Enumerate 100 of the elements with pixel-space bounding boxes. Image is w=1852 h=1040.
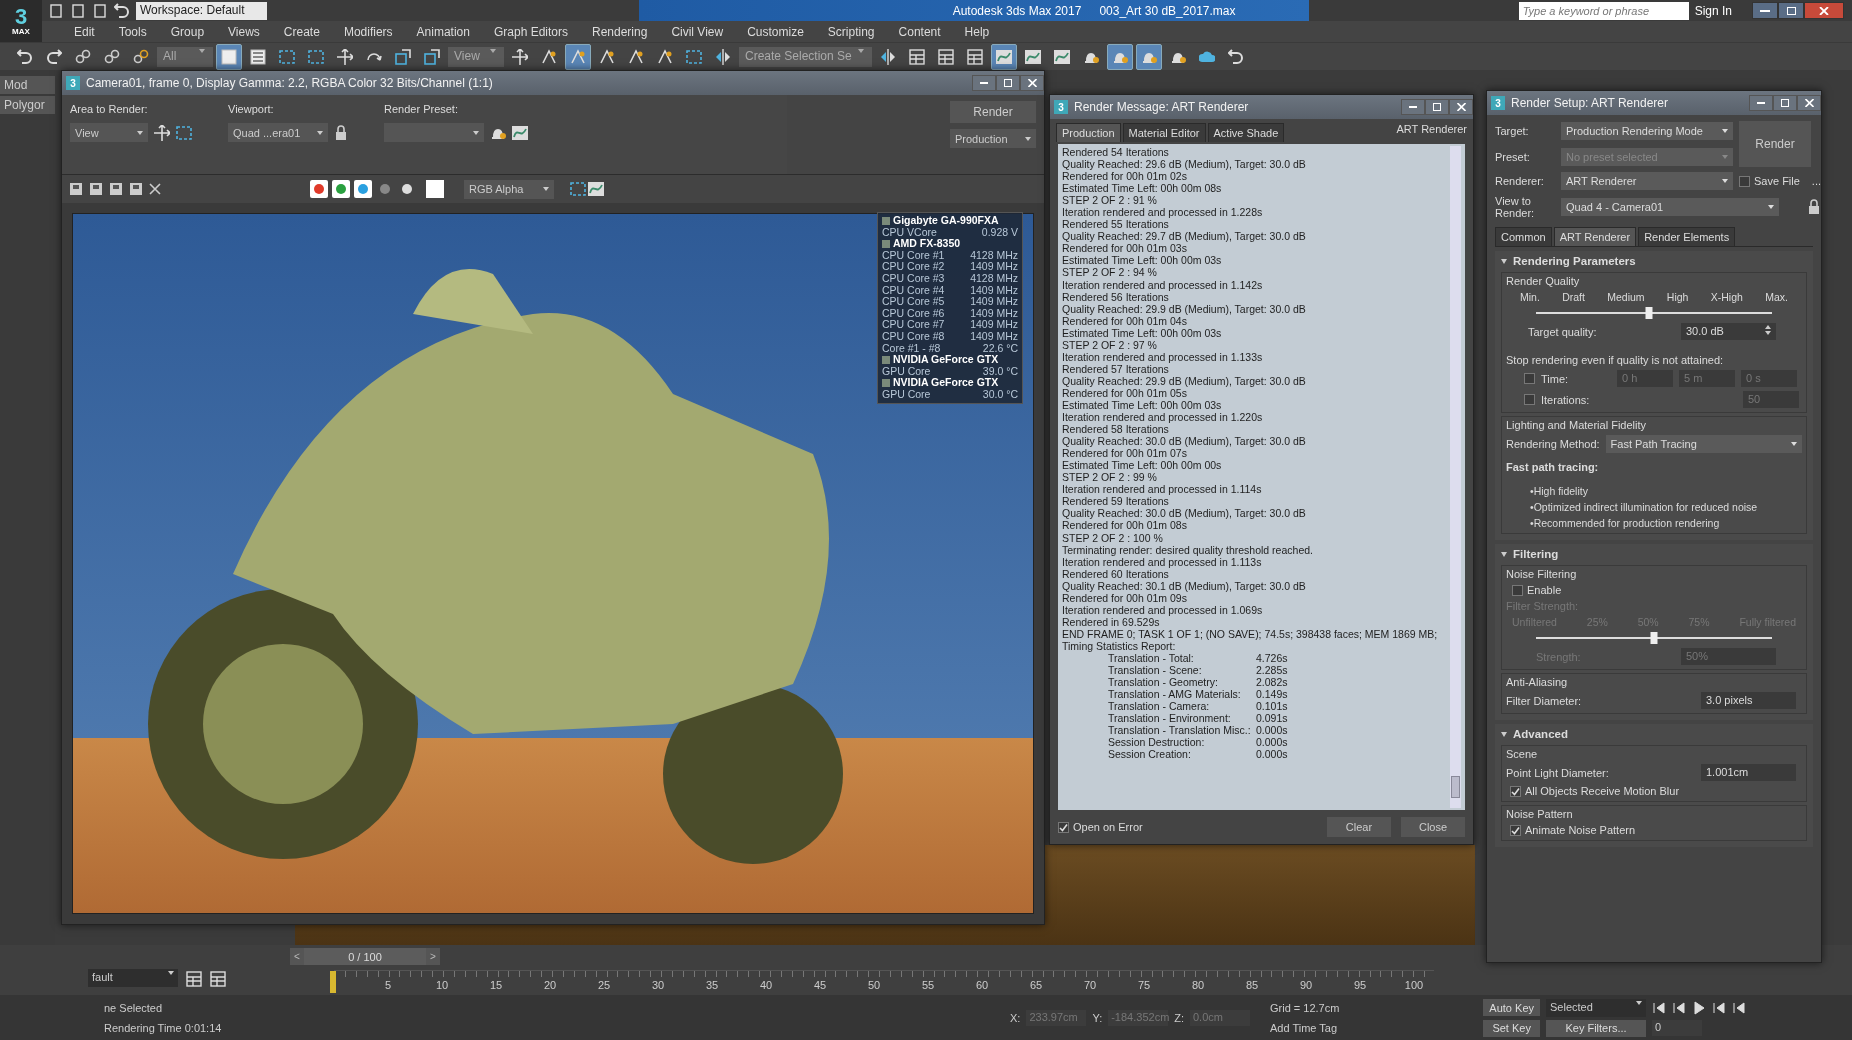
- spinner-arrows-icon[interactable]: [1765, 325, 1771, 335]
- command-panel-tab[interactable]: Polygor: [0, 96, 55, 114]
- menu-item[interactable]: Group: [158, 24, 217, 39]
- menu-item[interactable]: Create: [271, 24, 332, 39]
- collapse-triangle-icon[interactable]: [1501, 258, 1507, 264]
- scrollbar[interactable]: [1450, 146, 1461, 808]
- dropdown[interactable]: Production Rendering Mode: [1561, 122, 1733, 141]
- rollout-title[interactable]: Advanced: [1513, 728, 1568, 740]
- dialog-button[interactable]: Clear: [1327, 817, 1391, 837]
- lock-icon[interactable]: [334, 124, 348, 141]
- rollout-title[interactable]: Rendering Parameters: [1513, 255, 1636, 267]
- rollout-title[interactable]: Filtering: [1513, 548, 1559, 560]
- render-button[interactable]: [1135, 43, 1162, 70]
- menu-item[interactable]: Animation: [404, 24, 482, 39]
- menu-item[interactable]: Graph Editors: [481, 24, 580, 39]
- next-icon[interactable]: [1712, 1000, 1726, 1015]
- minimize-button[interactable]: [972, 75, 996, 91]
- color-swatch[interactable]: [426, 180, 444, 198]
- close-button[interactable]: [1020, 75, 1044, 91]
- checkbox[interactable]: [1510, 785, 1521, 797]
- new-file-icon[interactable]: [48, 2, 64, 19]
- workspace-dropdown[interactable]: Workspace: Default: [136, 1, 267, 20]
- channel-toggle[interactable]: [332, 180, 350, 198]
- maximize-button[interactable]: [1425, 99, 1449, 115]
- print-icon[interactable]: [128, 181, 144, 197]
- tab[interactable]: Material Editor: [1122, 123, 1206, 142]
- menu-item[interactable]: Tools: [106, 24, 159, 39]
- channel-toggle[interactable]: [310, 180, 328, 198]
- render-mode-dropdown[interactable]: Production: [950, 129, 1036, 148]
- strength-slider[interactable]: [1536, 632, 1772, 644]
- maximize-button[interactable]: [996, 75, 1020, 91]
- search-field[interactable]: Type a keyword or phrase: [1518, 1, 1689, 20]
- channel-toggle[interactable]: [354, 180, 372, 198]
- checkbox[interactable]: [1510, 824, 1521, 836]
- command-panel-tab[interactable]: Mod: [0, 76, 55, 94]
- menu-item[interactable]: Help: [952, 24, 1002, 39]
- save-file-icon[interactable]: [92, 2, 108, 19]
- copy-icon[interactable]: [88, 181, 104, 197]
- start-icon[interactable]: [1652, 1000, 1666, 1015]
- collapse-triangle-icon[interactable]: [1501, 551, 1507, 557]
- maximize-button[interactable]: [1773, 95, 1797, 111]
- time-slider[interactable]: < 0 / 100 >: [290, 948, 440, 965]
- select-button[interactable]: [216, 43, 242, 70]
- tab[interactable]: Production: [1056, 123, 1121, 142]
- close-button[interactable]: [1449, 99, 1473, 115]
- method-dropdown[interactable]: Fast Path Tracing: [1605, 435, 1802, 453]
- filter-diameter-spinner[interactable]: 3.0 pixels: [1701, 692, 1796, 709]
- light-diameter-spinner[interactable]: 1.001cm: [1701, 764, 1796, 781]
- tab[interactable]: ART Renderer: [1553, 227, 1637, 246]
- view-to-render-dropdown[interactable]: Quad 4 - Camera01: [1561, 198, 1779, 216]
- viewport-dropdown[interactable]: Quad ...era01: [228, 123, 328, 142]
- curve-button[interactable]: [990, 43, 1017, 70]
- render-button[interactable]: Render: [1739, 121, 1811, 167]
- menu-item[interactable]: Customize: [735, 24, 816, 39]
- checkbox[interactable]: [1058, 821, 1069, 833]
- target-quality-spinner[interactable]: 30.0 dB: [1681, 323, 1776, 340]
- restore-button[interactable]: [1778, 2, 1804, 19]
- channel-dropdown[interactable]: RGB Alpha: [464, 179, 554, 199]
- open-file-icon[interactable]: [70, 2, 86, 19]
- frame-window-button[interactable]: [1106, 43, 1133, 70]
- checkbox[interactable]: [1524, 373, 1535, 384]
- tab[interactable]: Render Elements: [1638, 227, 1736, 246]
- lock-icon[interactable]: [1807, 199, 1822, 215]
- render-button[interactable]: Render: [950, 101, 1036, 123]
- end-icon[interactable]: [1732, 1000, 1746, 1015]
- add-time-tag[interactable]: Add Time Tag: [1270, 1021, 1340, 1034]
- frame-field[interactable]: 0: [1652, 1020, 1702, 1036]
- layer-dropdown[interactable]: fault: [88, 969, 178, 987]
- collapse-triangle-icon[interactable]: [1501, 731, 1507, 737]
- checkbox[interactable]: [1512, 584, 1523, 596]
- minimize-button[interactable]: [1752, 2, 1778, 19]
- undo-icon[interactable]: [114, 2, 130, 19]
- menu-item[interactable]: Content: [886, 24, 953, 39]
- key-filters-button[interactable]: Key Filters...: [1546, 1019, 1646, 1037]
- more-button[interactable]: ...: [1811, 175, 1822, 187]
- checkbox[interactable]: [1739, 175, 1750, 187]
- clone-icon[interactable]: [108, 181, 124, 197]
- menu-item[interactable]: Civil View: [659, 24, 736, 39]
- auto-key-button[interactable]: Auto Key: [1483, 999, 1540, 1016]
- menu-item[interactable]: Rendering: [580, 24, 660, 39]
- quality-slider[interactable]: [1536, 307, 1772, 319]
- menu-item[interactable]: Views: [216, 24, 272, 39]
- menu-item[interactable]: Scripting: [815, 24, 887, 39]
- tab[interactable]: Active Shade: [1207, 123, 1285, 142]
- play-icon[interactable]: [1692, 1000, 1706, 1015]
- save-icon[interactable]: [68, 181, 84, 197]
- minimize-button[interactable]: [1401, 99, 1425, 115]
- key-mode-dropdown[interactable]: Selected: [1546, 998, 1646, 1017]
- checkbox[interactable]: [1524, 394, 1535, 405]
- close-button[interactable]: [1804, 2, 1844, 19]
- dialog-button[interactable]: Close: [1401, 817, 1465, 837]
- prev-icon[interactable]: [1672, 1000, 1686, 1015]
- manip-button[interactable]: [565, 43, 591, 70]
- close-button[interactable]: [1797, 95, 1821, 111]
- menu-item[interactable]: Edit: [62, 24, 107, 39]
- sign-in-link[interactable]: Sign In: [1694, 3, 1732, 18]
- dropdown[interactable]: ART Renderer: [1561, 172, 1733, 190]
- app-logo[interactable]: 3 MAX: [0, 0, 42, 42]
- clear-icon[interactable]: [148, 182, 162, 196]
- set-key-button[interactable]: Set Key: [1483, 1019, 1540, 1037]
